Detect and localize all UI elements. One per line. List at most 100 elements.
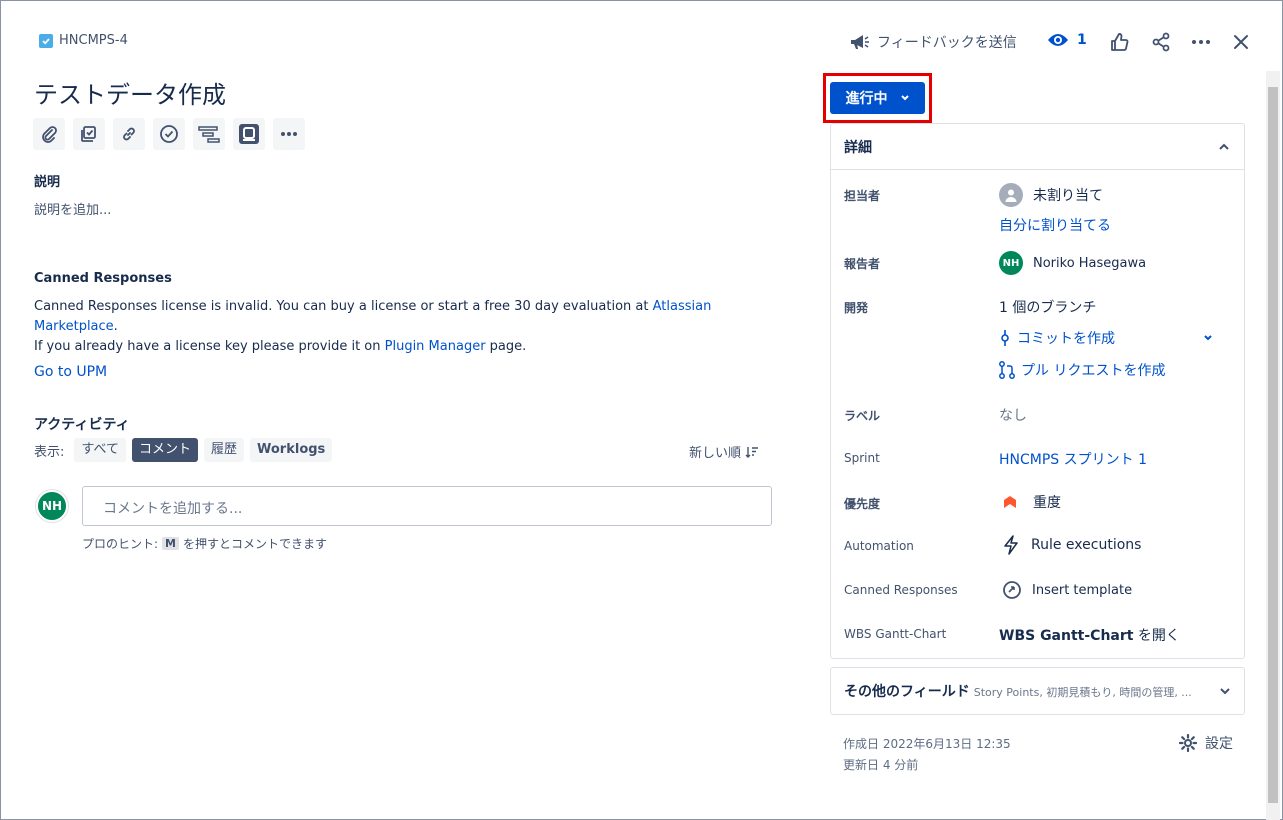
sprint-link[interactable]: HNCMPS スプリント 1 xyxy=(999,449,1147,469)
scrollbar-thumb[interactable] xyxy=(1268,87,1278,803)
other-fields-summary: Story Points, 初期見積もり, 時間の管理, ... xyxy=(973,686,1192,699)
assignee-value: 未割り当て xyxy=(1033,188,1103,204)
canned-line2-end: page. xyxy=(485,339,527,354)
other-fields-header: その他のフィールド Story Points, 初期見積もり, 時間の管理, .… xyxy=(844,681,1192,701)
thumbs-up-icon xyxy=(1111,33,1129,51)
filter-all[interactable]: すべて xyxy=(74,438,126,462)
lightning-icon xyxy=(1004,535,1018,555)
watch-button[interactable]: 1 xyxy=(1047,32,1087,48)
status-label: 進行中 xyxy=(845,91,888,107)
other-fields-panel[interactable]: その他のフィールド Story Points, 初期見積もり, 時間の管理, .… xyxy=(830,667,1245,715)
canned-line1: Canned Responses license is invalid. You… xyxy=(34,299,653,314)
comment-hint: プロのヒント: M を押すとコメントできます xyxy=(82,535,327,552)
assignee-field[interactable]: 未割り当て xyxy=(999,183,1103,207)
breadcrumb[interactable]: HNCMPS-4 xyxy=(39,33,128,48)
link-icon xyxy=(123,127,135,141)
details-header[interactable]: 詳細 xyxy=(831,124,1244,170)
issue-key-link[interactable]: HNCMPS-4 xyxy=(59,33,128,48)
filter-worklogs[interactable]: Worklogs xyxy=(250,438,333,462)
wbs-value-bold: WBS Gantt-Chart xyxy=(999,628,1134,644)
filter-history[interactable]: 履歴 xyxy=(203,438,244,462)
other-fields-heading: その他のフィールド xyxy=(844,684,970,700)
share-button[interactable] xyxy=(1149,31,1173,53)
sort-icon xyxy=(745,446,758,458)
labels-label: ラベル xyxy=(844,409,881,423)
commit-icon xyxy=(1001,330,1009,346)
checklist-icon xyxy=(81,126,96,142)
canned-line1-end: . xyxy=(113,319,118,334)
reporter-field[interactable]: NH Noriko Hasegawa xyxy=(999,251,1146,275)
more-menu-button[interactable] xyxy=(1189,31,1213,53)
assign-to-me-link[interactable]: 自分に割り当てる xyxy=(999,215,1111,235)
priority-value: 重度 xyxy=(1033,495,1061,511)
issue-dialog: HNCMPS-4 テストデータ作成 説明 説明を追加... Canned Res… xyxy=(0,0,1283,820)
link-issue-button[interactable] xyxy=(113,118,145,150)
check-circle-icon xyxy=(160,125,178,143)
wbs-value-rest: を開く xyxy=(1133,628,1180,644)
hint-prefix: プロのヒント: xyxy=(82,537,159,551)
more-actions-button[interactable] xyxy=(273,118,305,150)
sprint-label: Sprint xyxy=(844,451,880,465)
create-commit-label: コミットを作成 xyxy=(1017,331,1115,347)
dev-label: 開発 xyxy=(844,301,869,315)
paperclip-icon xyxy=(42,126,57,143)
close-button[interactable] xyxy=(1230,31,1252,53)
sort-button[interactable]: 新しい順 xyxy=(689,442,759,461)
subtask-button[interactable] xyxy=(73,118,105,150)
created-date: 作成日 2022年6月13日 12:35 xyxy=(843,737,1011,751)
dev-branch[interactable]: 1 個のブランチ xyxy=(999,297,1096,317)
reporter-label: 報告者 xyxy=(844,257,881,271)
gantt-button[interactable] xyxy=(193,118,225,150)
canned-value: Insert template xyxy=(1032,582,1133,598)
updated-date: 更新日 4 分前 xyxy=(843,758,919,772)
assignee-label: 担当者 xyxy=(844,189,881,203)
chevron-down-icon xyxy=(1220,688,1230,695)
page-title[interactable]: テストデータ作成 xyxy=(34,75,226,110)
chevron-down-icon[interactable] xyxy=(1203,334,1213,342)
rule-executions-button[interactable]: Rule executions xyxy=(1003,535,1141,555)
checklist-button[interactable] xyxy=(153,118,185,150)
app-button[interactable] xyxy=(233,118,265,150)
priority-field[interactable]: 重度 xyxy=(1003,492,1061,512)
chevron-down-icon xyxy=(900,95,909,101)
labels-value[interactable]: なし xyxy=(999,405,1027,425)
settings-button[interactable]: 設定 xyxy=(1179,733,1233,753)
create-pr-label: プル リクエストを作成 xyxy=(1021,363,1166,379)
feedback-label: フィードバックを送信 xyxy=(877,35,1017,51)
filter-comments[interactable]: コメント xyxy=(131,438,198,462)
open-wbs-link[interactable]: WBS Gantt-Chart を開く xyxy=(999,625,1180,645)
automation-label: Automation xyxy=(844,539,914,553)
hint-key: M xyxy=(162,537,179,550)
wbs-label: WBS Gantt-Chart xyxy=(844,627,947,641)
megaphone-icon xyxy=(851,35,869,49)
status-dropdown[interactable]: 進行中 xyxy=(830,82,925,114)
reporter-value: Noriko Hasegawa xyxy=(1033,255,1147,271)
canned-message: Canned Responses license is invalid. You… xyxy=(34,297,774,383)
create-pr-link[interactable]: プル リクエストを作成 xyxy=(999,360,1165,380)
issue-meta: 作成日 2022年6月13日 12:35 更新日 4 分前 xyxy=(843,734,1011,776)
eye-icon xyxy=(1048,34,1068,46)
more-icon xyxy=(281,132,297,136)
attach-button[interactable] xyxy=(33,118,65,150)
go-to-upm-link[interactable]: Go to UPM xyxy=(34,364,107,380)
automation-value: Rule executions xyxy=(1031,537,1142,553)
close-icon xyxy=(1234,35,1248,49)
activity-heading: アクティビティ xyxy=(34,417,130,433)
show-label: 表示: xyxy=(34,444,65,460)
description-field[interactable]: 説明を追加... xyxy=(34,199,111,218)
issue-toolbar xyxy=(33,118,305,150)
more-icon xyxy=(1192,40,1210,44)
chevron-up-icon xyxy=(1219,143,1229,150)
plugin-manager-link[interactable]: Plugin Manager xyxy=(385,339,486,354)
settings-label: 設定 xyxy=(1205,736,1233,752)
details-panel: 詳細 担当者 未割り当て 自分に割り当てる 報告者 NH Noriko Hase… xyxy=(830,123,1245,659)
details-heading: 詳細 xyxy=(844,139,872,156)
comment-input[interactable]: コメントを追加する... xyxy=(82,486,772,526)
gantt-icon xyxy=(198,126,220,143)
insert-template-button[interactable]: Insert template xyxy=(1002,580,1132,600)
task-type-icon xyxy=(39,33,53,48)
like-button[interactable] xyxy=(1107,31,1131,53)
feedback-button[interactable]: フィードバックを送信 xyxy=(849,32,1017,52)
create-commit-link[interactable]: コミットを作成 xyxy=(999,328,1115,348)
gear-icon xyxy=(1179,734,1197,752)
